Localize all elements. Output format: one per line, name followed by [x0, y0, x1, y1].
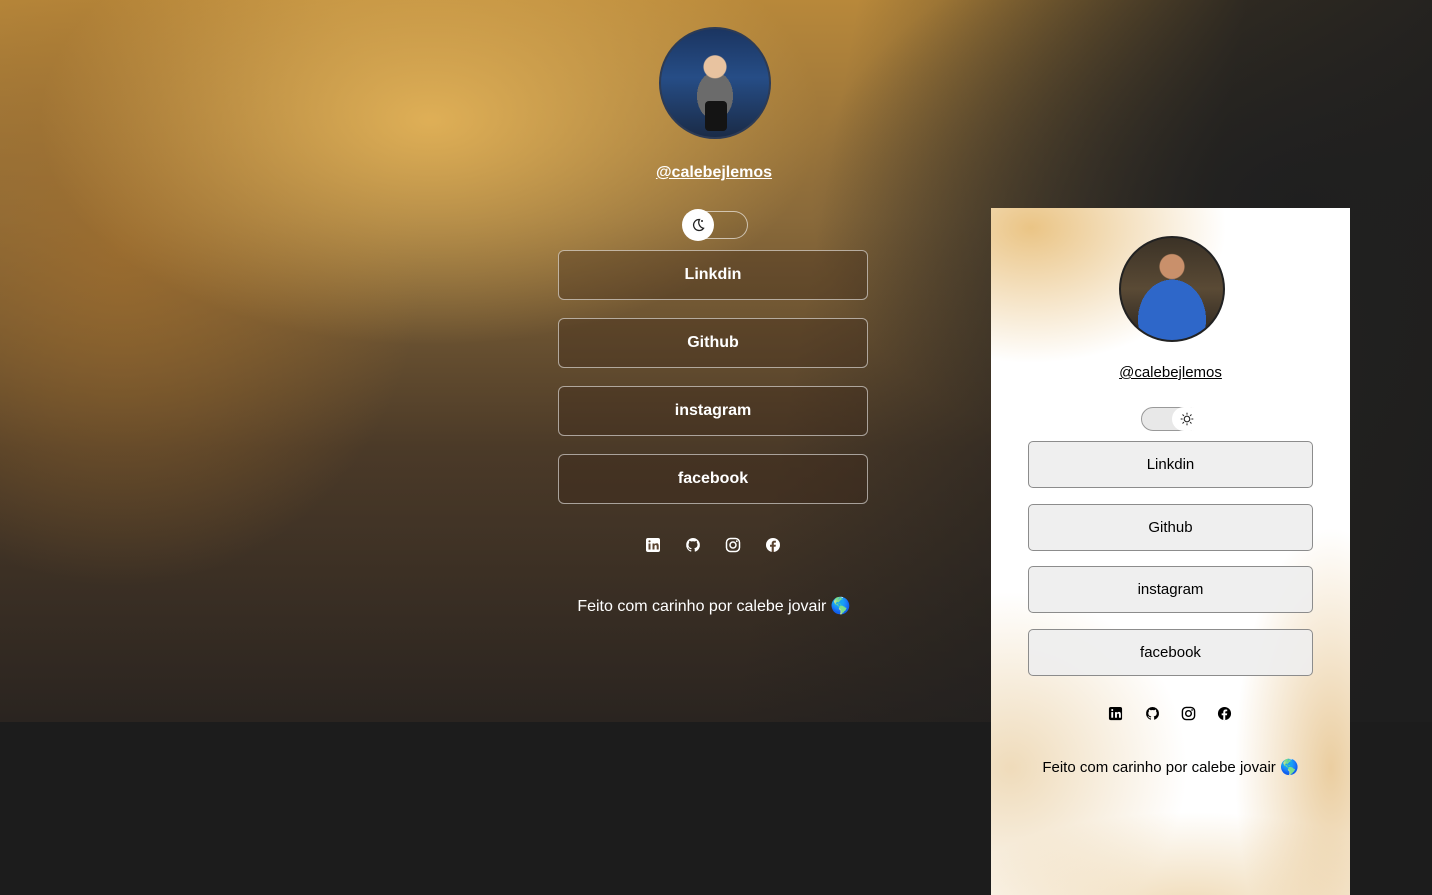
social-icons — [1108, 706, 1238, 722]
username-link[interactable]: @calebejlemos — [991, 364, 1350, 381]
profile-avatar — [1119, 236, 1225, 342]
profile-avatar — [659, 27, 771, 139]
link-button-github[interactable]: Github — [558, 318, 868, 368]
link-button-instagram[interactable]: instagram — [558, 386, 868, 436]
link-button-github[interactable]: Github — [1028, 504, 1313, 551]
github-icon[interactable] — [1145, 706, 1160, 721]
username-link[interactable]: @calebejlemos — [558, 164, 870, 182]
link-button-facebook[interactable]: facebook — [1028, 629, 1313, 676]
link-button-facebook[interactable]: facebook — [558, 454, 868, 504]
sun-icon — [1172, 407, 1202, 431]
social-icons — [645, 537, 785, 555]
moon-icon — [682, 209, 714, 241]
theme-toggle[interactable] — [1141, 407, 1202, 431]
link-button-linkedin[interactable]: Linkdin — [1028, 441, 1313, 488]
linkedin-icon[interactable] — [645, 537, 661, 553]
theme-toggle[interactable] — [682, 209, 748, 241]
linkedin-icon[interactable] — [1108, 706, 1123, 721]
facebook-icon[interactable] — [765, 537, 781, 553]
footer-text: Feito com carinho por calebe jovair 🌎 — [1042, 759, 1299, 776]
github-icon[interactable] — [685, 537, 701, 553]
facebook-icon[interactable] — [1217, 706, 1232, 721]
footer-text: Feito com carinho por calebe jovair 🌎 — [577, 598, 851, 615]
instagram-icon[interactable] — [1181, 706, 1196, 721]
link-button-instagram[interactable]: instagram — [1028, 566, 1313, 613]
light-profile-card: @calebejlemos Linkdin Github instagram f… — [991, 208, 1350, 895]
instagram-icon[interactable] — [725, 537, 741, 553]
link-button-linkedin[interactable]: Linkdin — [558, 250, 868, 300]
